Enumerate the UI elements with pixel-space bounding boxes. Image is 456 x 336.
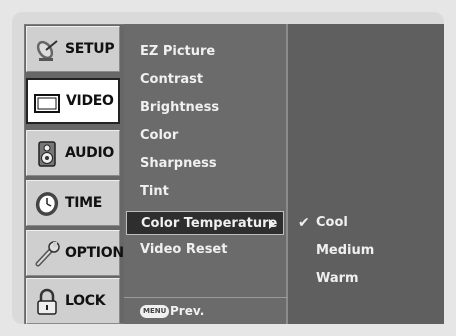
option-warm[interactable]: Warm [316, 267, 359, 291]
tab-time-label: TIME [65, 195, 103, 211]
padlock-icon [37, 288, 57, 315]
menu-button-icon: MENU [140, 305, 170, 318]
osd-menu: SETUP VIDEO AUDIO TIME OPTION LOCK EZ Pi… [24, 24, 444, 324]
tab-video[interactable]: VIDEO [26, 78, 120, 124]
tab-option-label: OPTION [65, 245, 124, 261]
color-temperature-options: ✔ Cool Medium Warm [288, 24, 444, 324]
tab-audio-label: AUDIO [65, 145, 115, 161]
speaker-icon [38, 141, 56, 167]
tab-video-label: VIDEO [66, 93, 114, 109]
menu-item-brightness[interactable]: Brightness [140, 96, 280, 120]
tab-lock-label: LOCK [65, 293, 106, 309]
menu-item-video-reset[interactable]: Video Reset [140, 238, 280, 262]
footer-divider [124, 297, 288, 298]
menu-item-color[interactable]: Color [140, 124, 280, 148]
checkmark-icon: ✔ [298, 215, 310, 231]
prev-label: Prev. [170, 304, 205, 318]
option-cool[interactable]: Cool [316, 211, 348, 235]
menu-item-sharpness[interactable]: Sharpness [140, 152, 280, 176]
menu-item-contrast[interactable]: Contrast [140, 68, 280, 92]
tab-option[interactable]: OPTION [26, 230, 124, 276]
menu-item-color-temperature-label: Color Temperature [141, 216, 278, 231]
menu-item-ez-picture[interactable]: EZ Picture [140, 40, 280, 64]
clock-icon [35, 192, 59, 216]
video-submenu: EZ Picture Contrast Brightness Color Sha… [124, 24, 288, 324]
menu-item-color-temperature[interactable]: Color Temperature [126, 211, 284, 235]
tab-setup[interactable]: SETUP [26, 26, 120, 72]
menu-item-tint[interactable]: Tint [140, 180, 280, 204]
wrench-icon [35, 241, 60, 267]
tv-screen-icon [34, 94, 60, 113]
option-medium[interactable]: Medium [316, 239, 374, 263]
tab-setup-label: SETUP [65, 41, 115, 57]
tab-audio[interactable]: AUDIO [26, 130, 120, 176]
submenu-arrow-icon [269, 219, 275, 229]
tab-lock[interactable]: LOCK [26, 278, 120, 324]
satellite-dish-icon [36, 40, 58, 61]
tab-time[interactable]: TIME [26, 180, 120, 226]
